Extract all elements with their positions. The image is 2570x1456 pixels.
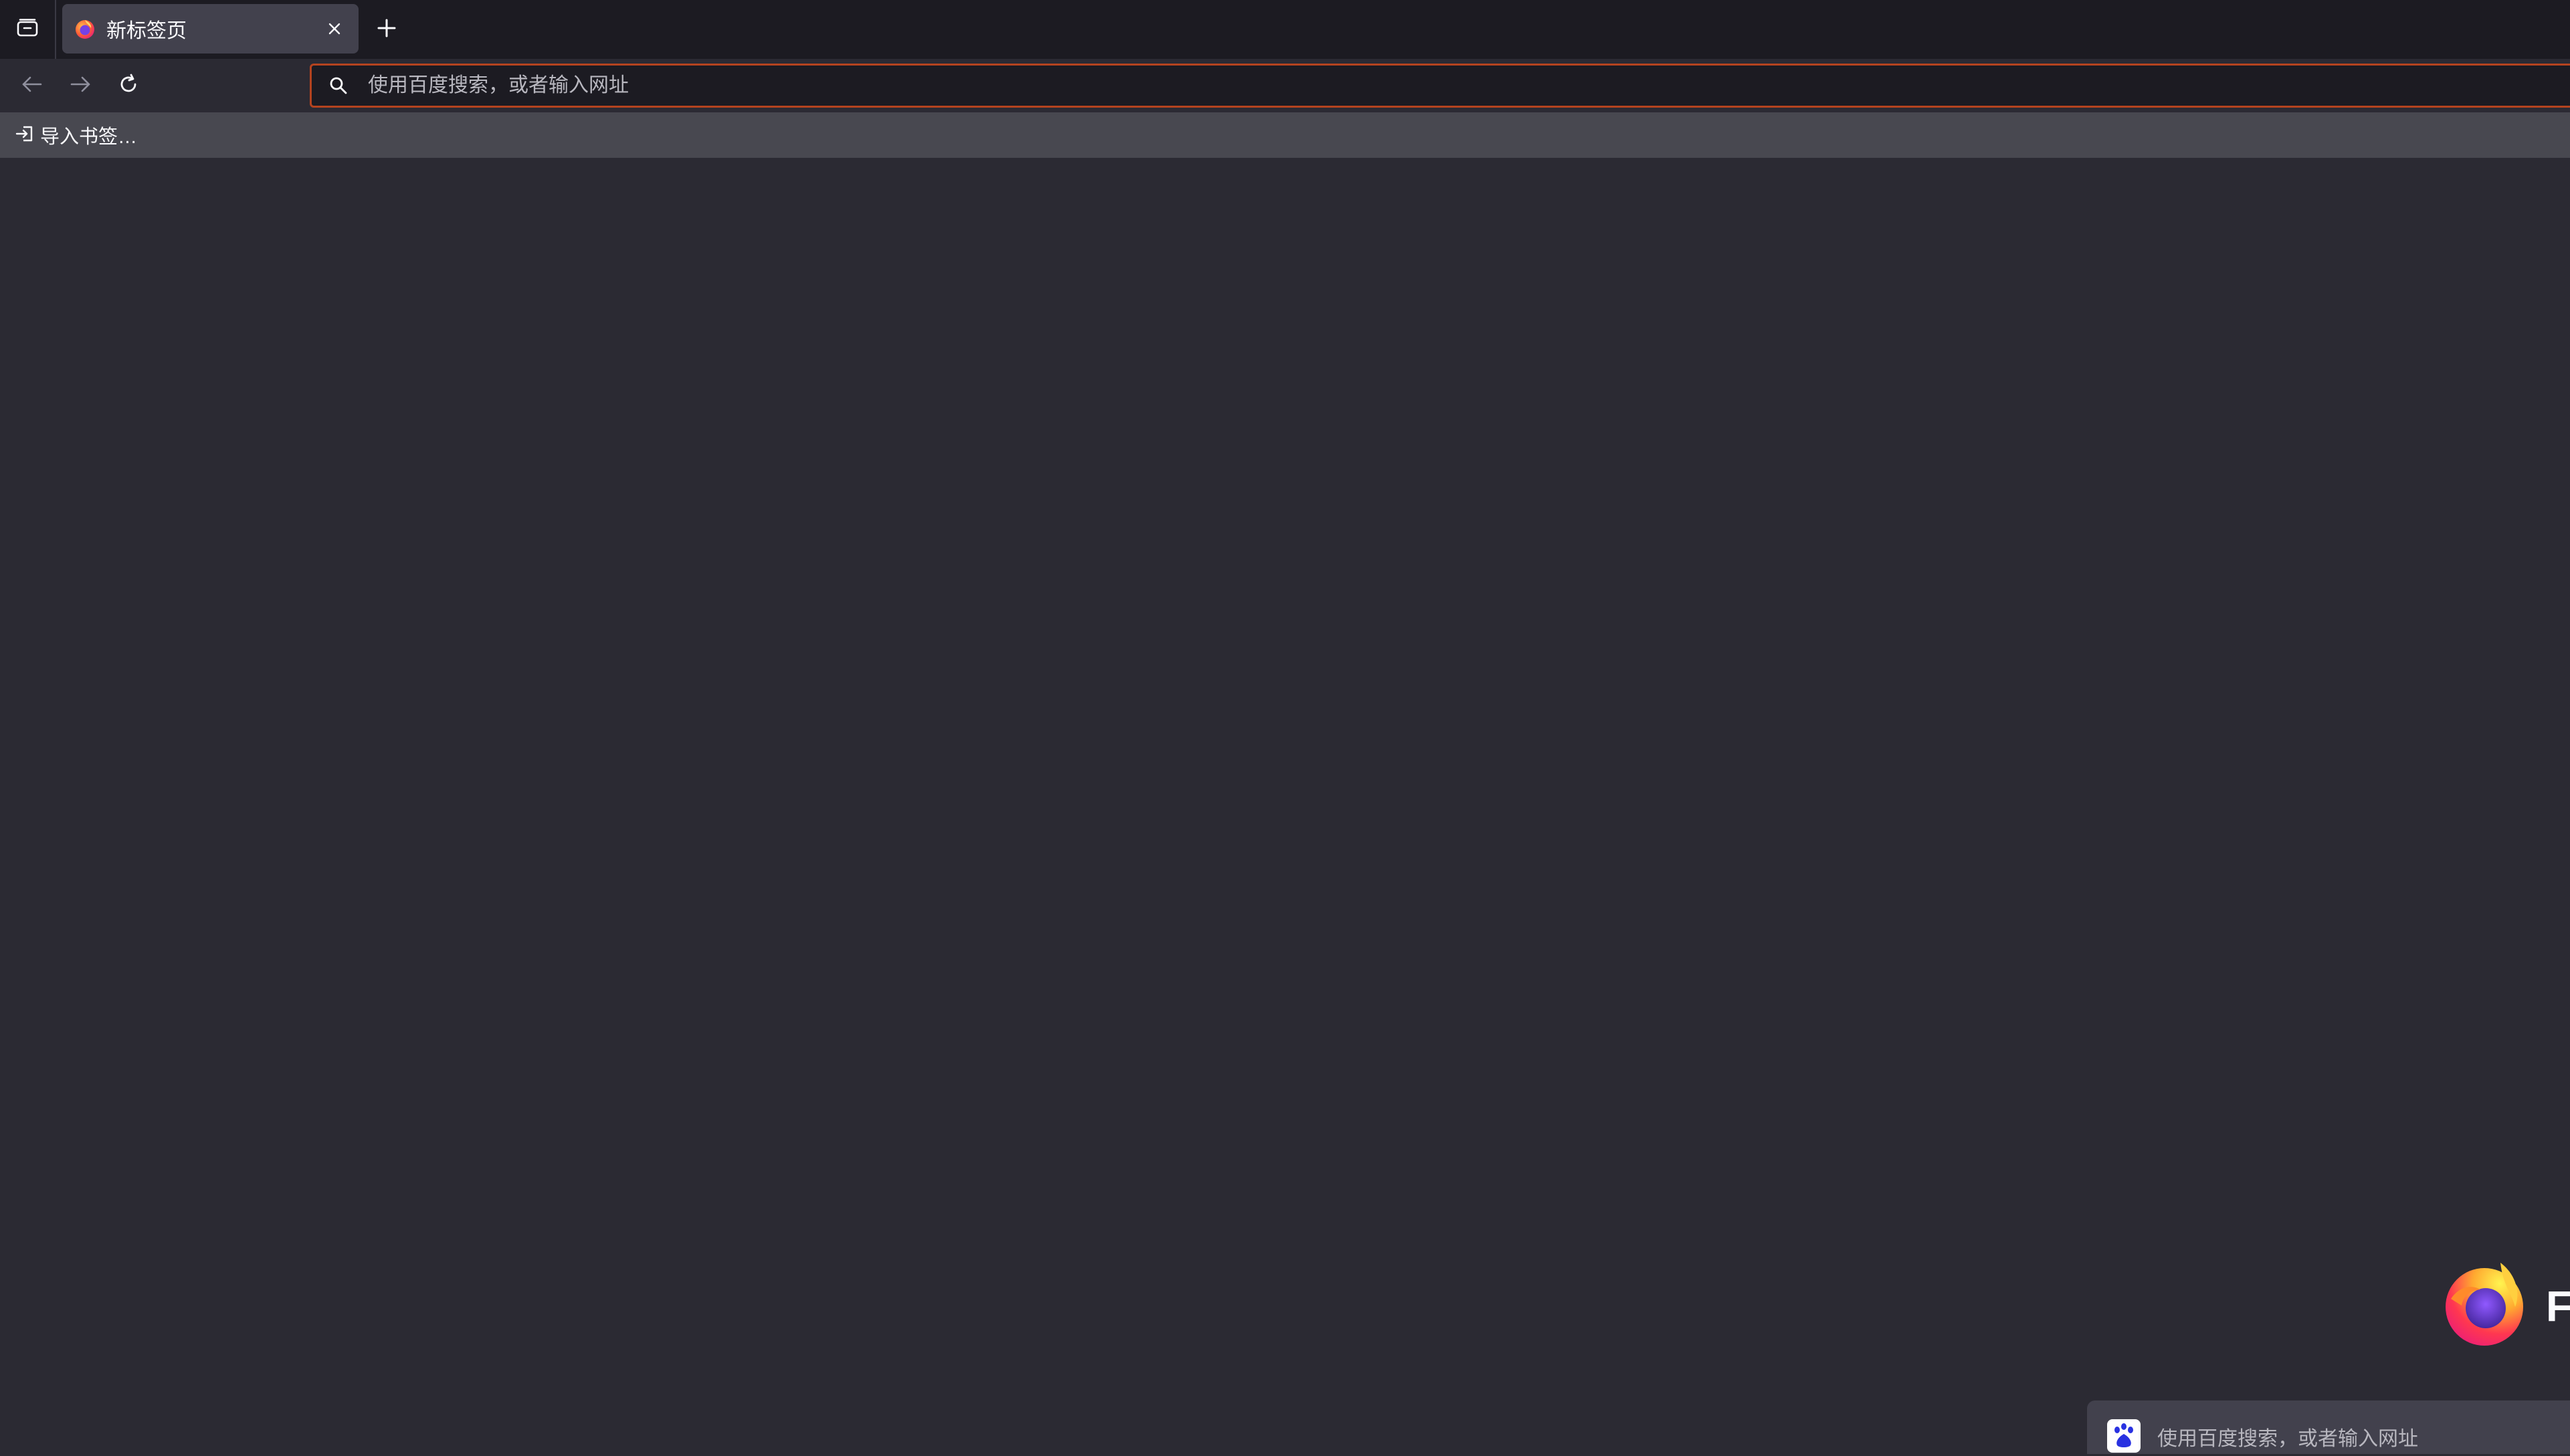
baidu-icon [2107, 1419, 2141, 1453]
home-search-placeholder: 使用百度搜索，或者输入网址 [2157, 1428, 2418, 1450]
reload-button[interactable] [112, 70, 144, 102]
tab-strip: 新标签页 [0, 0, 2570, 59]
bookmarks-toolbar: 导入书签… [0, 112, 2570, 158]
new-tab-button[interactable] [372, 15, 401, 44]
plus-icon [377, 18, 397, 41]
firefox-logo-icon [2442, 1260, 2530, 1348]
import-bookmarks-label: 导入书签… [40, 126, 138, 148]
new-tab-page [0, 158, 2570, 1439]
firefox-favicon-icon [73, 17, 97, 41]
tab-new-tab[interactable]: 新标签页 [62, 4, 359, 54]
forward-button[interactable] [64, 70, 96, 102]
firefox-wordmark: F [2546, 1282, 2570, 1330]
close-icon[interactable] [320, 14, 349, 43]
tab-list-button[interactable] [0, 0, 56, 59]
import-bookmarks-button[interactable]: 导入书签… [15, 122, 137, 148]
search-icon [326, 74, 351, 98]
url-bar[interactable] [310, 64, 2570, 108]
navigation-toolbar [0, 59, 2570, 112]
back-button[interactable] [16, 70, 48, 102]
url-input[interactable] [367, 68, 2570, 103]
import-icon [15, 124, 35, 147]
home-search-box[interactable]: 使用百度搜索，或者输入网址 [2087, 1400, 2570, 1454]
tab-list-icon [16, 18, 39, 41]
arrow-left-icon [21, 74, 43, 98]
reload-icon [117, 73, 140, 99]
tab-title: 新标签页 [106, 20, 187, 42]
arrow-right-icon [69, 74, 92, 98]
